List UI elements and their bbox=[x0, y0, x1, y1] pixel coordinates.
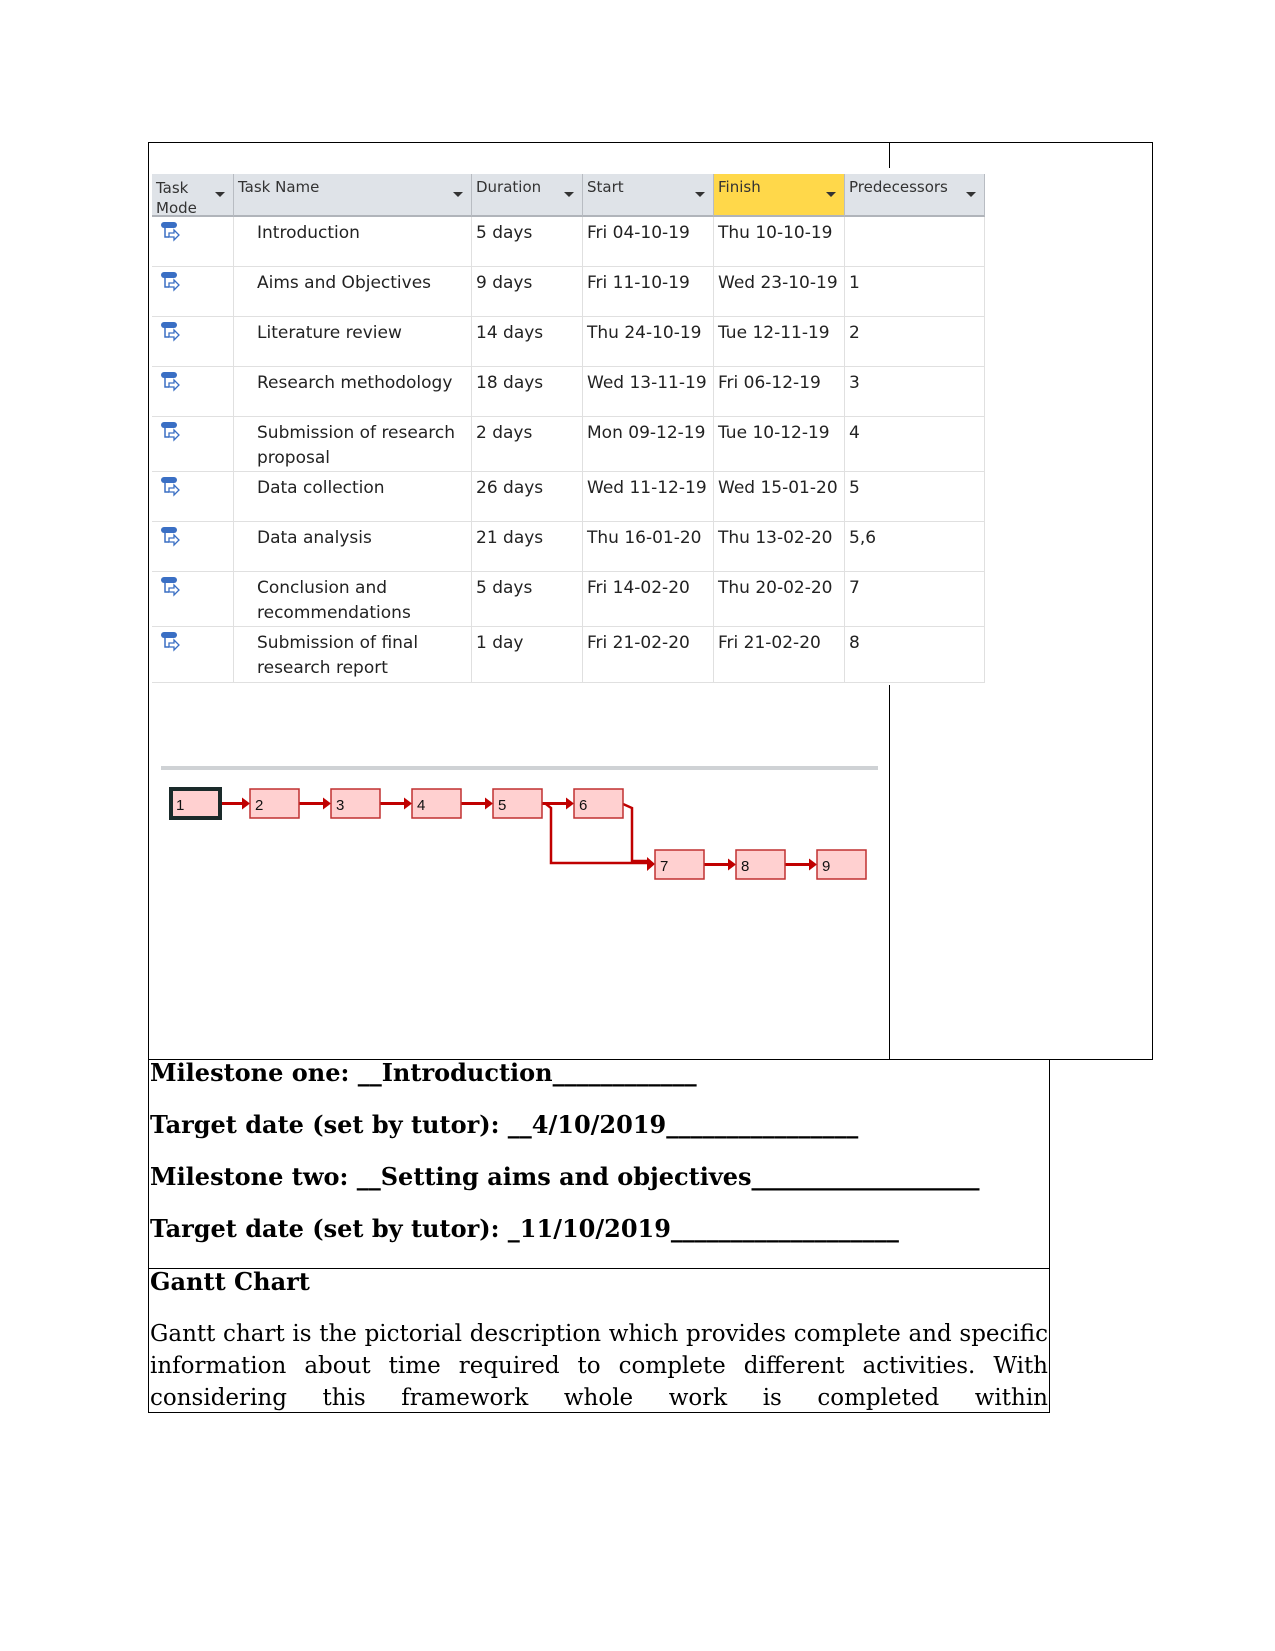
node-label: 2 bbox=[255, 797, 263, 814]
network-node-6[interactable]: 6 bbox=[573, 788, 624, 819]
arrowhead-icon bbox=[404, 797, 412, 810]
node-label: 3 bbox=[336, 797, 344, 814]
node-label: 1 bbox=[176, 797, 184, 814]
diagram-divider bbox=[161, 766, 878, 770]
target-date-one: Target date (set by tutor): __4/10/2019_… bbox=[150, 1110, 859, 1139]
network-node-1[interactable]: 1 bbox=[169, 787, 222, 820]
arrowhead-icon bbox=[485, 797, 493, 810]
milestone-two: Milestone two: __Setting aims and object… bbox=[150, 1162, 980, 1191]
arrowhead-icon bbox=[242, 797, 250, 810]
network-node-3[interactable]: 3 bbox=[330, 788, 381, 819]
target-date-two: Target date (set by tutor): _11/10/2019_… bbox=[150, 1214, 899, 1243]
network-node-5[interactable]: 5 bbox=[492, 788, 543, 819]
node-label: 9 bbox=[822, 858, 830, 875]
network-node-2[interactable]: 2 bbox=[249, 788, 300, 819]
node-label: 5 bbox=[498, 797, 506, 814]
network-node-9[interactable]: 9 bbox=[816, 849, 867, 880]
arrowhead-icon bbox=[728, 858, 736, 871]
node-label: 4 bbox=[417, 797, 425, 814]
node-label: 6 bbox=[579, 797, 587, 814]
arrowhead-icon bbox=[323, 797, 331, 810]
document-page: Task Mode Task Name Duration Start Finish Pre… bbox=[0, 0, 1275, 1651]
node-label: 8 bbox=[741, 858, 749, 875]
network-node-4[interactable]: 4 bbox=[411, 788, 462, 819]
gantt-heading: Gantt Chart bbox=[150, 1267, 310, 1296]
gantt-paragraph: Gantt chart is the pictorial description… bbox=[150, 1321, 1048, 1411]
arrowhead-icon bbox=[566, 797, 574, 810]
network-node-7[interactable]: 7 bbox=[654, 849, 705, 880]
arrowhead-icon bbox=[809, 858, 817, 871]
node-label: 7 bbox=[660, 858, 668, 875]
network-diagram: 1 2 3 4 5 6 7 8 9 bbox=[161, 766, 878, 880]
link-6-7 bbox=[622, 802, 648, 863]
network-node-8[interactable]: 8 bbox=[735, 849, 786, 880]
milestone-one: Milestone one: __Introduction___________… bbox=[150, 1058, 697, 1087]
arrowhead-icon bbox=[647, 857, 655, 871]
